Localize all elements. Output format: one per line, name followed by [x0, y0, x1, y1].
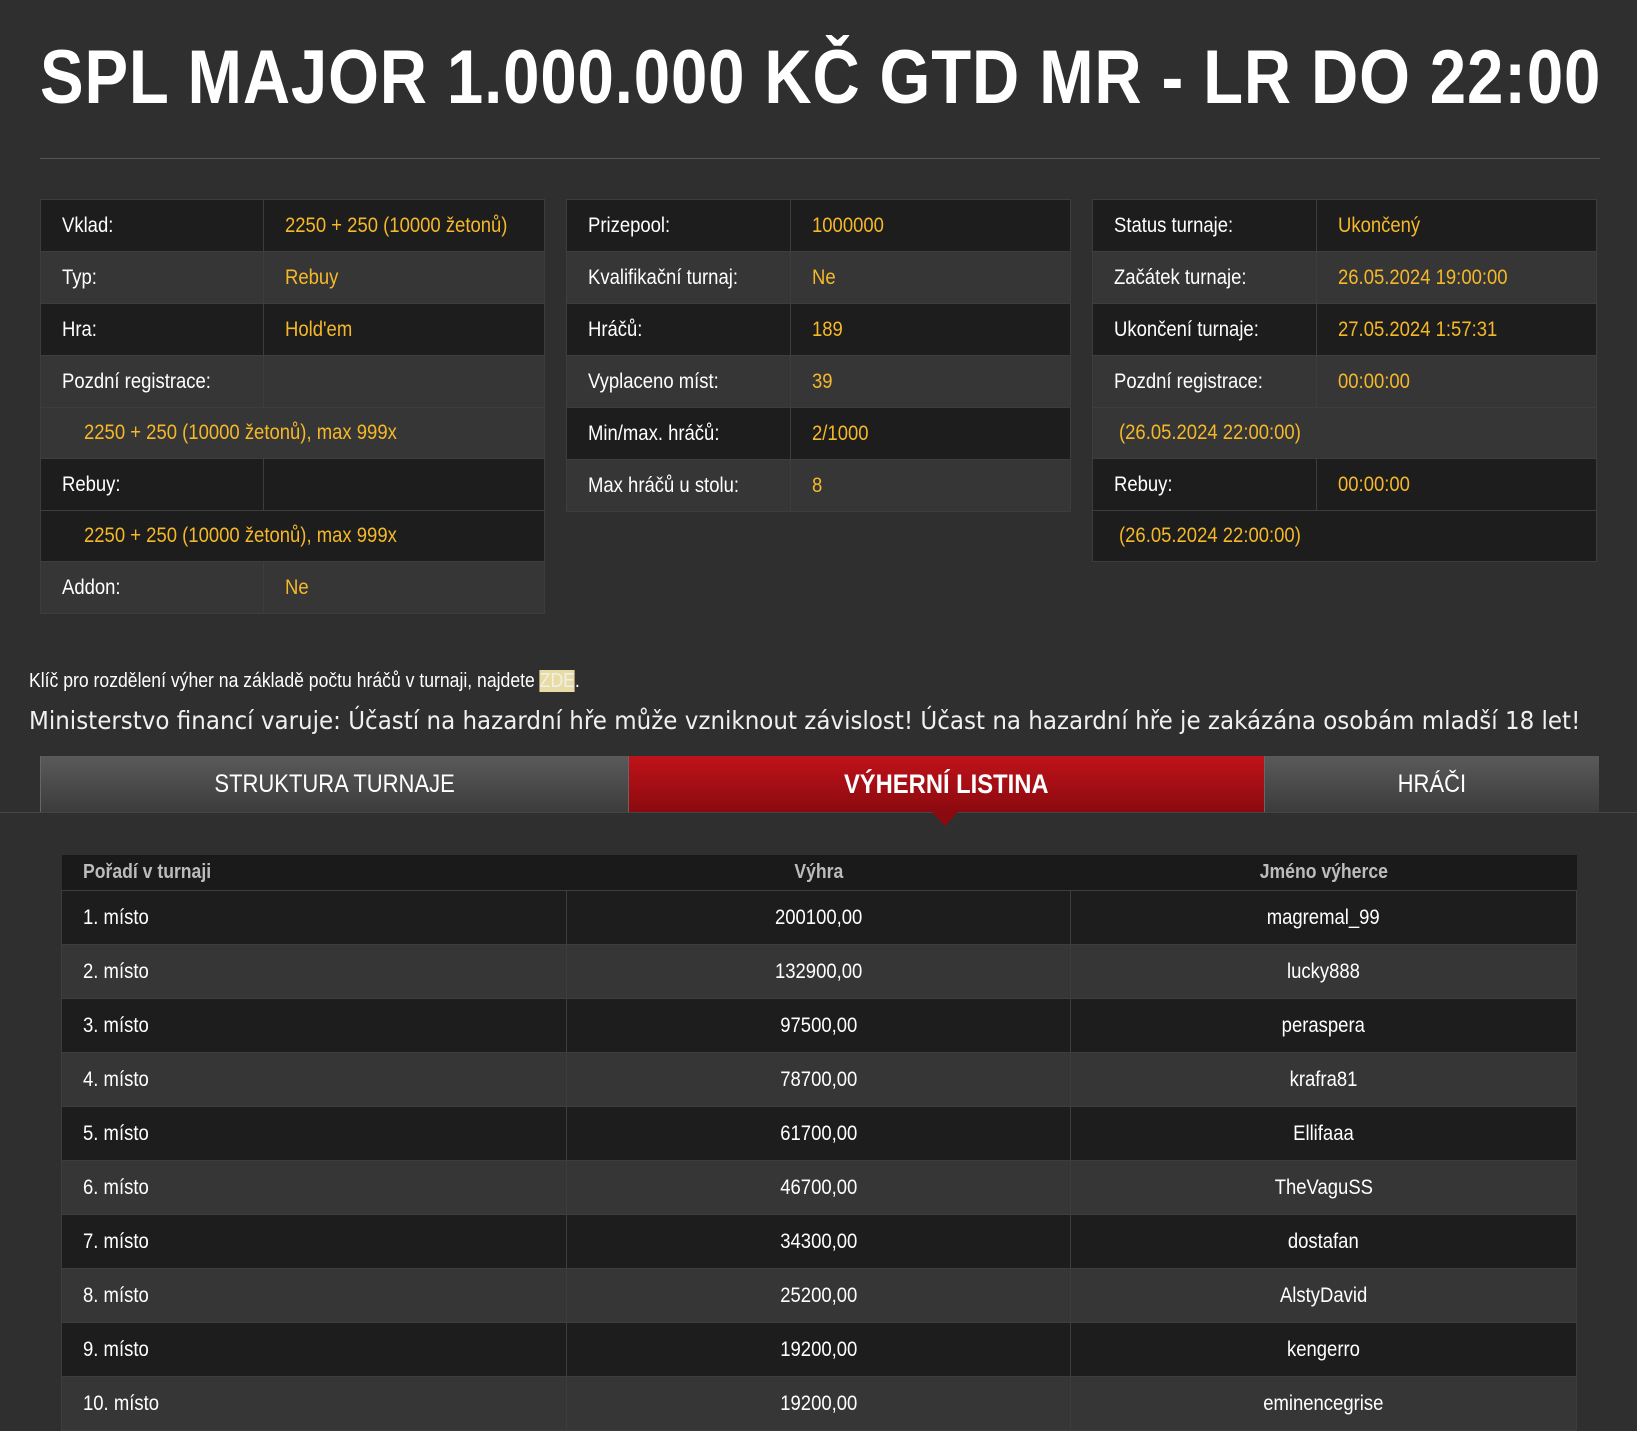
game-label: Hra: — [39, 303, 265, 356]
table-row: 6. místo 46700,00 TheVaguSS — [61, 1160, 1577, 1215]
column-header-prize: Výhra — [566, 855, 1071, 891]
late-reg-label: Pozdní registrace: — [39, 355, 265, 408]
rank-cell: 5. místo — [61, 1106, 567, 1161]
payout-key-note: Klíč pro rozdělení výher na základě počt… — [29, 670, 580, 692]
table-row: 9. místo 19200,00 kengerro — [61, 1322, 1577, 1377]
rank-cell: 6. místo — [61, 1160, 567, 1215]
prize-cell: 97500,00 — [565, 998, 1072, 1053]
late-reg-value: 2250 + 250 (10000 žetonů), max 999x — [40, 407, 545, 459]
max-per-table-label: Max hráčů u stolu: — [566, 459, 791, 512]
rebuy-value: 2250 + 250 (10000 žetonů), max 999x — [40, 510, 545, 562]
winner-name-cell: dostafan — [1070, 1214, 1577, 1269]
end-value: 27.05.2024 1:57:31 — [1315, 303, 1598, 356]
prize-cell: 200100,00 — [565, 890, 1072, 945]
tabs-underline — [0, 812, 1637, 813]
winner-name-cell: Ellifaaa — [1070, 1106, 1577, 1161]
table-row: 4. místo 78700,00 krafra81 — [61, 1052, 1577, 1107]
late-reg-date: (26.05.2024 22:00:00) — [1092, 407, 1597, 459]
qualifier-value: Ne — [789, 251, 1072, 304]
max-per-table-value: 8 — [789, 459, 1072, 512]
winner-name-cell: peraspera — [1070, 998, 1577, 1053]
table-row: 1. místo 200100,00 magremal_99 — [61, 890, 1577, 945]
paid-places-label: Vyplaceno míst: — [566, 355, 791, 408]
prize-cell: 34300,00 — [565, 1214, 1072, 1269]
paid-places-value: 39 — [789, 355, 1072, 408]
active-tab-caret — [932, 812, 958, 826]
table-row: 10. místo 19200,00 eminencegrise — [61, 1376, 1577, 1431]
table-row: 7. místo 34300,00 dostafan — [61, 1214, 1577, 1269]
start-value: 26.05.2024 19:00:00 — [1315, 251, 1598, 304]
rank-cell: 8. místo — [61, 1268, 567, 1323]
winner-name-cell: AlstyDavid — [1070, 1268, 1577, 1323]
prize-cell: 46700,00 — [565, 1160, 1072, 1215]
rank-cell: 2. místo — [61, 944, 567, 999]
winner-name-cell: kengerro — [1070, 1322, 1577, 1377]
prize-cell: 78700,00 — [565, 1052, 1072, 1107]
table-row: 3. místo 97500,00 peraspera — [61, 998, 1577, 1053]
table-row: 2. místo 132900,00 lucky888 — [61, 944, 1577, 999]
type-value: Rebuy — [263, 251, 545, 304]
rank-cell: 4. místo — [61, 1052, 567, 1107]
late-reg-time: 00:00:00 — [1315, 355, 1598, 408]
rank-cell: 3. místo — [61, 998, 567, 1053]
info-table-left: Vklad: 2250 + 250 (10000 žetonů) Typ: Rebu… — [39, 199, 545, 614]
addon-label: Addon: — [39, 561, 265, 614]
late-reg-label-right: Pozdní registrace: — [1092, 355, 1317, 408]
status-label: Status turnaje: — [1092, 199, 1317, 252]
page-title: SPL MAJOR 1.000.000 KČ GTD MR - LR DO 22… — [40, 35, 1602, 120]
deposit-value: 2250 + 250 (10000 žetonů) — [263, 199, 545, 252]
rank-cell: 9. místo — [61, 1322, 567, 1377]
addon-value: Ne — [263, 561, 545, 614]
winner-name-cell: TheVaguSS — [1070, 1160, 1577, 1215]
info-table-middle: Prizepool: 1000000 Kvalifikační turnaj: Ne… — [566, 199, 1072, 512]
game-value: Hold'em — [263, 303, 545, 356]
winner-name-cell: magremal_99 — [1070, 890, 1577, 945]
start-label: Začátek turnaje: — [1092, 251, 1317, 304]
rebuy-time: 00:00:00 — [1315, 458, 1598, 511]
rank-cell: 10. místo — [61, 1376, 567, 1431]
rank-cell: 7. místo — [61, 1214, 567, 1269]
tab-tournament-structure[interactable]: STRUKTURA TURNAJE — [40, 756, 628, 812]
prizepool-value: 1000000 — [789, 199, 1072, 252]
prize-cell: 19200,00 — [565, 1376, 1072, 1431]
column-header-rank: Pořadí v turnaji — [61, 855, 567, 891]
min-max-players-label: Min/max. hráčů: — [566, 407, 791, 460]
column-header-winner: Jméno výherce — [1070, 855, 1577, 891]
payout-key-text: Klíč pro rozdělení výher na základě počt… — [29, 670, 540, 692]
winner-name-cell: eminencegrise — [1070, 1376, 1577, 1431]
end-label: Ukončení turnaje: — [1092, 303, 1317, 356]
prize-cell: 132900,00 — [565, 944, 1072, 999]
table-row: 8. místo 25200,00 AlstyDavid — [61, 1268, 1577, 1323]
table-row: 5. místo 61700,00 Ellifaaa — [61, 1106, 1577, 1161]
status-value: Ukončený — [1315, 199, 1598, 252]
gambling-warning: Ministerstvo financí varuje: Účastí na h… — [29, 706, 1581, 735]
tab-players[interactable]: HRÁČI — [1264, 756, 1599, 812]
prizepool-label: Prizepool: — [566, 199, 791, 252]
winners-table: Pořadí v turnaji Výhra Jméno výherce 1. … — [61, 855, 1577, 1431]
prize-cell: 19200,00 — [565, 1322, 1072, 1377]
players-value: 189 — [789, 303, 1072, 356]
winner-name-cell: lucky888 — [1070, 944, 1577, 999]
info-table-right: Status turnaje: Ukončený Začátek turnaje:… — [1092, 199, 1598, 562]
rebuy-date: (26.05.2024 22:00:00) — [1092, 510, 1597, 562]
tab-winners-list[interactable]: VÝHERNÍ LISTINA — [628, 756, 1264, 812]
title-divider — [40, 158, 1600, 159]
deposit-label: Vklad: — [39, 199, 265, 252]
min-max-players-value: 2/1000 — [789, 407, 1072, 460]
type-label: Typ: — [39, 251, 265, 304]
qualifier-label: Kvalifikační turnaj: — [566, 251, 791, 304]
prize-cell: 61700,00 — [565, 1106, 1072, 1161]
players-label: Hráčů: — [566, 303, 791, 356]
rebuy-label-right: Rebuy: — [1092, 458, 1317, 511]
rank-cell: 1. místo — [61, 890, 567, 945]
rebuy-label: Rebuy: — [39, 458, 265, 511]
winner-name-cell: krafra81 — [1070, 1052, 1577, 1107]
payout-key-link[interactable]: ZDE — [539, 670, 575, 692]
prize-cell: 25200,00 — [565, 1268, 1072, 1323]
